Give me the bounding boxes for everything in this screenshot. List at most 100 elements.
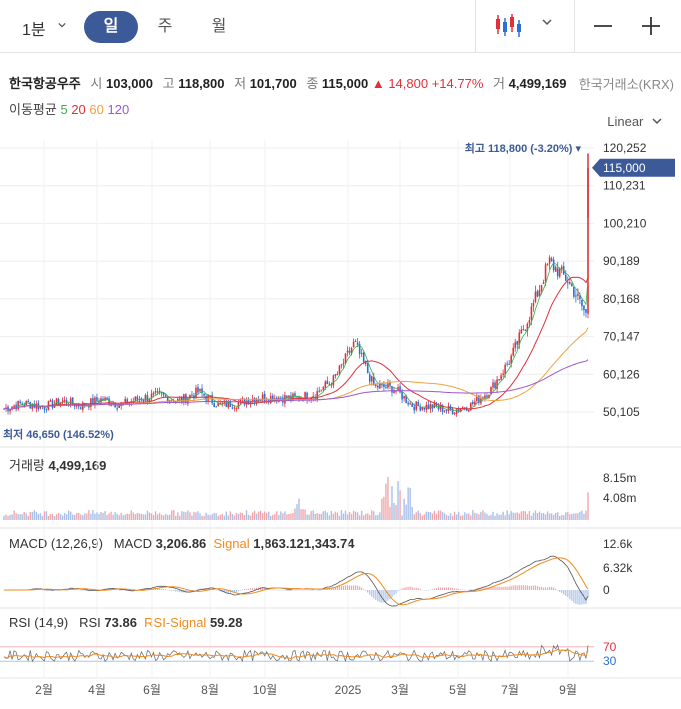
macd-histogram-bar	[90, 590, 92, 591]
volume-bar	[169, 514, 171, 520]
quote-summary: 한국항공우주 시 103,000 고 118,800 저 101,700 종 1…	[9, 73, 566, 92]
candle-body	[90, 398, 92, 407]
ma-5-line	[3, 262, 589, 412]
candle-body	[433, 403, 436, 408]
up-triangle-icon: ▲	[371, 76, 385, 91]
volume-bar	[150, 513, 153, 520]
candle-body	[514, 342, 517, 348]
candle-body	[403, 395, 405, 399]
candle-body	[330, 384, 333, 386]
macd-histogram-bar	[11, 590, 13, 591]
macd-panel-label: MACD (12,26,9) MACD 3,206.86 Signal 1,86…	[9, 536, 355, 551]
volume-bar	[126, 513, 128, 520]
price-tick-label: 60,126	[603, 367, 640, 381]
macd-histogram-bar	[163, 589, 165, 590]
candle-body	[510, 355, 513, 364]
macd-histogram-bar	[561, 590, 563, 594]
candle-body	[540, 285, 543, 291]
candle-body	[573, 287, 575, 297]
candle-body	[172, 401, 175, 403]
macd-histogram-bar	[480, 587, 482, 590]
candle-body	[435, 403, 438, 407]
macd-histogram-bar	[27, 589, 29, 591]
candle-body	[245, 400, 248, 405]
volume-label: 거	[493, 76, 505, 91]
volume-bar	[82, 515, 84, 520]
macd-histogram-bar	[405, 587, 407, 590]
candle-body	[524, 329, 527, 331]
ma-120-line	[3, 359, 589, 410]
volume-bar	[59, 514, 62, 520]
macd-histogram-bar	[492, 586, 494, 590]
macd-histogram-bar	[577, 590, 579, 605]
macd-histogram-bar	[348, 585, 351, 590]
candle-body	[488, 395, 490, 399]
tab-day[interactable]: 일	[84, 11, 138, 43]
macd-histogram-bar	[553, 587, 555, 590]
candle-body	[360, 353, 363, 355]
candle-body	[377, 385, 379, 388]
minus-icon[interactable]	[593, 16, 613, 36]
macd-histogram-bar	[557, 590, 559, 591]
candle-body	[183, 394, 185, 402]
volume-tick-label: 8.15m	[603, 471, 636, 485]
candlestick-icon[interactable]	[495, 12, 523, 38]
macd-histogram-bar	[379, 590, 381, 603]
volume-bar	[371, 510, 373, 520]
candle-body	[39, 405, 42, 409]
volume-bar	[417, 510, 419, 520]
macd-histogram-bar	[328, 588, 330, 590]
interval-selector[interactable]: 1분	[22, 16, 46, 40]
volume-bar	[90, 513, 92, 520]
moving-average-legend[interactable]: 이동평균 5 20 60 120	[9, 99, 129, 118]
candle-body	[41, 405, 44, 407]
scale-selector[interactable]: Linear	[607, 114, 663, 129]
candle-body	[413, 406, 416, 411]
macd-histogram-bar	[332, 587, 334, 590]
candle-body	[187, 398, 189, 404]
volume-bar	[261, 512, 264, 520]
macd-histogram-bar	[456, 588, 458, 590]
volume-bar	[573, 513, 575, 520]
macd-histogram-bar	[500, 587, 502, 590]
plus-icon[interactable]	[641, 16, 661, 36]
candle-body	[84, 403, 86, 407]
macd-histogram-bar	[126, 590, 128, 591]
x-tick-label: 8월	[201, 683, 219, 697]
volume-bar	[98, 513, 100, 520]
volume-bar	[419, 513, 421, 520]
macd-histogram-bar	[504, 586, 506, 590]
volume-bar	[320, 513, 322, 520]
candle-body	[391, 386, 393, 393]
volume-bar	[524, 511, 527, 520]
candle-body	[368, 374, 371, 382]
chevron-down-icon[interactable]	[541, 17, 553, 27]
candle-body	[342, 363, 345, 365]
macd-histogram-bar	[116, 589, 118, 591]
macd-histogram-bar	[167, 589, 169, 591]
volume-bar	[118, 515, 120, 520]
volume-bar	[27, 515, 29, 520]
candle-body	[31, 404, 34, 409]
candle-body	[492, 382, 494, 388]
volume-bar	[520, 511, 523, 520]
candle-body	[130, 401, 133, 403]
chevron-down-icon[interactable]	[58, 21, 66, 29]
volume-bar	[478, 514, 480, 520]
volume-bar	[251, 512, 254, 520]
macd-histogram-bar	[585, 590, 587, 604]
volume-bar	[526, 514, 529, 520]
candle-body	[128, 402, 131, 405]
macd-histogram-bar	[37, 589, 39, 590]
volume-bar	[365, 513, 367, 520]
macd-histogram-bar	[393, 590, 395, 595]
volume-bar	[276, 511, 278, 520]
tab-week[interactable]: 주	[148, 11, 182, 43]
tab-month[interactable]: 월	[202, 11, 236, 43]
x-tick-label: 6월	[143, 683, 161, 697]
macd-histogram-bar	[334, 587, 337, 590]
volume-bar	[308, 514, 310, 520]
candle-body	[316, 391, 319, 400]
x-tick-label: 2025	[335, 683, 362, 697]
macd-signal-value: 1,863.121,343.74	[253, 536, 355, 551]
